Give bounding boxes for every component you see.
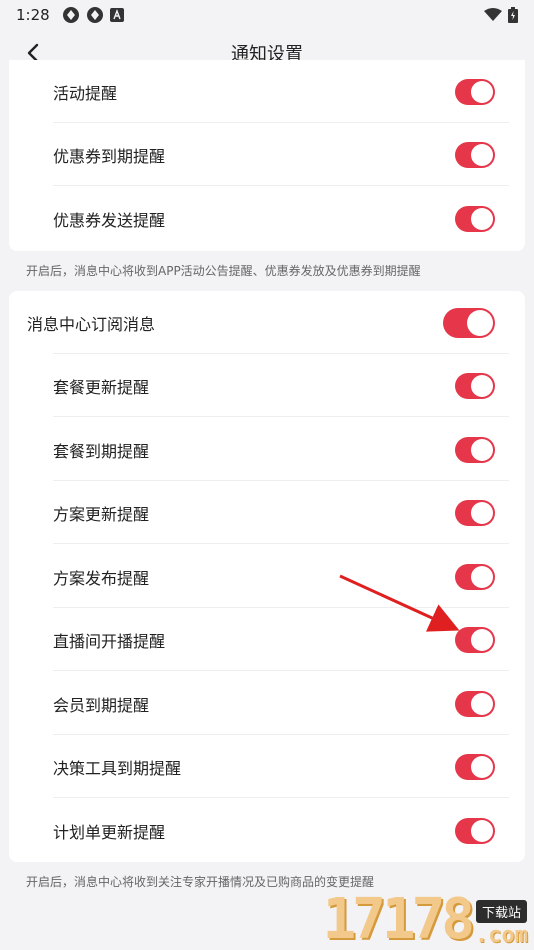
activity-notification-card: 活动提醒 优惠券到期提醒 优惠券发送提醒: [9, 60, 525, 251]
toggle-knob: [471, 438, 493, 461]
divider: [53, 543, 509, 544]
toggle-switch-activity[interactable]: [455, 78, 495, 105]
toggle-switch-tool-expire[interactable]: [455, 753, 495, 780]
setting-row-plan-update: 方案更新提醒: [9, 481, 525, 544]
toggle-knob: [467, 309, 493, 336]
divider: [53, 416, 509, 417]
watermark-logo: 17178 下载站 .com: [304, 880, 534, 950]
setting-row-activity: 活动提醒: [9, 60, 525, 123]
setting-row-coupon-expire: 优惠券到期提醒: [9, 123, 525, 186]
setting-label: 决策工具到期提醒: [53, 758, 182, 778]
watermark-side: 下载站 .com: [475, 900, 528, 948]
setting-row-live-start: 直播间开播提醒: [9, 608, 525, 671]
setting-row-subscription-master: 消息中心订阅消息: [9, 291, 525, 354]
status-bar: 1:28: [0, 0, 534, 30]
toggle-switch-plan-publish[interactable]: [455, 563, 495, 590]
subscription-notification-card: 消息中心订阅消息 套餐更新提醒 套餐到期提醒 方案更新提醒 方案发布提醒 直播间…: [9, 291, 525, 862]
setting-label: 直播间开播提醒: [53, 631, 166, 651]
app-icon: [62, 7, 79, 23]
divider: [53, 797, 509, 798]
status-icons-left: [62, 6, 124, 24]
toggle-knob: [471, 819, 493, 842]
setting-row-package-expire: 套餐到期提醒: [9, 418, 525, 481]
toggle-knob: [471, 692, 493, 715]
toggle-knob: [471, 143, 493, 166]
setting-row-tool-expire: 决策工具到期提醒: [9, 735, 525, 798]
battery-icon: [508, 7, 518, 23]
divider: [53, 670, 509, 671]
toggle-knob: [471, 374, 493, 397]
setting-label: 优惠券发送提醒: [53, 210, 166, 230]
setting-label: 活动提醒: [53, 83, 118, 103]
setting-row-member-expire: 会员到期提醒: [9, 672, 525, 735]
toggle-switch-package-update[interactable]: [455, 372, 495, 399]
setting-row-package-update: 套餐更新提醒: [9, 354, 525, 417]
toggle-knob: [471, 628, 493, 651]
setting-label: 优惠券到期提醒: [53, 146, 166, 166]
app-icon: [86, 7, 103, 23]
watermark-domain: .com: [475, 923, 528, 948]
toggle-switch-plan-update[interactable]: [455, 499, 495, 526]
setting-row-coupon-send: 优惠券发送提醒: [9, 187, 525, 250]
toggle-knob: [471, 755, 493, 778]
toggle-knob: [471, 501, 493, 524]
wifi-icon: [484, 8, 502, 21]
setting-label: 会员到期提醒: [53, 695, 150, 715]
watermark-number: 17178: [322, 887, 475, 950]
watermark-badge: 下载站: [476, 900, 528, 923]
a-icon: [109, 8, 124, 22]
toggle-knob: [471, 80, 493, 103]
setting-label: 方案发布提醒: [53, 568, 150, 588]
section1-note: 开启后，消息中心将收到APP活动公告提醒、优惠券发放及优惠券到期提醒: [26, 264, 421, 278]
divider: [53, 185, 509, 186]
toggle-switch-live-start[interactable]: [455, 626, 495, 653]
toggle-switch-subscription-master[interactable]: [443, 307, 495, 338]
toggle-knob: [471, 565, 493, 588]
setting-label: 计划单更新提醒: [53, 822, 166, 842]
toggle-switch-coupon-send[interactable]: [455, 205, 495, 232]
toggle-switch-plan-list-update[interactable]: [455, 817, 495, 844]
setting-label: 套餐更新提醒: [53, 377, 150, 397]
setting-row-plan-publish: 方案发布提醒: [9, 545, 525, 608]
setting-label: 套餐到期提醒: [53, 441, 150, 461]
setting-row-plan-list-update: 计划单更新提醒: [9, 799, 525, 862]
setting-label: 消息中心订阅消息: [27, 314, 156, 334]
status-time: 1:28: [16, 6, 50, 24]
setting-label: 方案更新提醒: [53, 504, 150, 524]
toggle-switch-coupon-expire[interactable]: [455, 141, 495, 168]
toggle-switch-package-expire[interactable]: [455, 436, 495, 463]
status-icons-right: [484, 7, 518, 23]
toggle-switch-member-expire[interactable]: [455, 690, 495, 717]
toggle-knob: [471, 207, 493, 230]
